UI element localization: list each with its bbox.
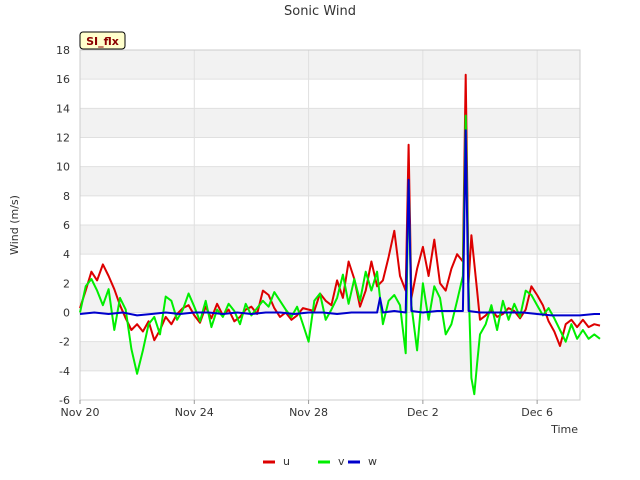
y-tick-label: -4 <box>59 365 70 378</box>
y-tick-label: 8 <box>63 190 70 203</box>
badge-label: SI_flx <box>86 35 119 48</box>
y-tick-label: 4 <box>63 248 70 261</box>
sonic-wind-chart: Sonic Wind -6-4-2024681012141618 Nov 20 N… <box>8 4 601 468</box>
x-tick-label: Nov 28 <box>289 406 328 419</box>
chart-title: Sonic Wind <box>284 4 356 19</box>
y-axis-label: Wind (m/s) <box>8 195 21 255</box>
y-tick-label: 6 <box>63 219 70 232</box>
x-tick-label: Dec 6 <box>521 406 553 419</box>
x-tick-label: Nov 24 <box>175 406 214 419</box>
x-axis-label: Time <box>550 423 578 436</box>
y-tick-label: 2 <box>63 277 70 290</box>
x-tick-label: Nov 20 <box>61 406 100 419</box>
legend: u v w <box>263 455 377 468</box>
legend-label-v: v <box>338 455 345 468</box>
plot-band <box>80 50 580 80</box>
plot-band <box>80 166 580 196</box>
y-tick-label: 14 <box>56 102 70 115</box>
x-tick-label: Dec 2 <box>407 406 439 419</box>
y-tick-label: -2 <box>59 336 70 349</box>
y-tick-label: 16 <box>56 73 70 86</box>
legend-label-u: u <box>283 455 290 468</box>
y-tick-label: 12 <box>56 132 70 145</box>
plot-band <box>80 108 580 138</box>
y-tick-label: 10 <box>56 161 70 174</box>
x-axis-ticks: Nov 20 Nov 24 Nov 28 Dec 2 Dec 6 <box>61 400 553 419</box>
plot-band <box>80 341 580 371</box>
y-tick-label: 18 <box>56 44 70 57</box>
y-tick-label: 0 <box>63 307 70 320</box>
legend-label-w: w <box>368 455 377 468</box>
plot-band <box>80 225 580 255</box>
badge: SI_flx <box>79 31 126 50</box>
y-axis-ticks: -6-4-2024681012141618 <box>56 44 70 407</box>
